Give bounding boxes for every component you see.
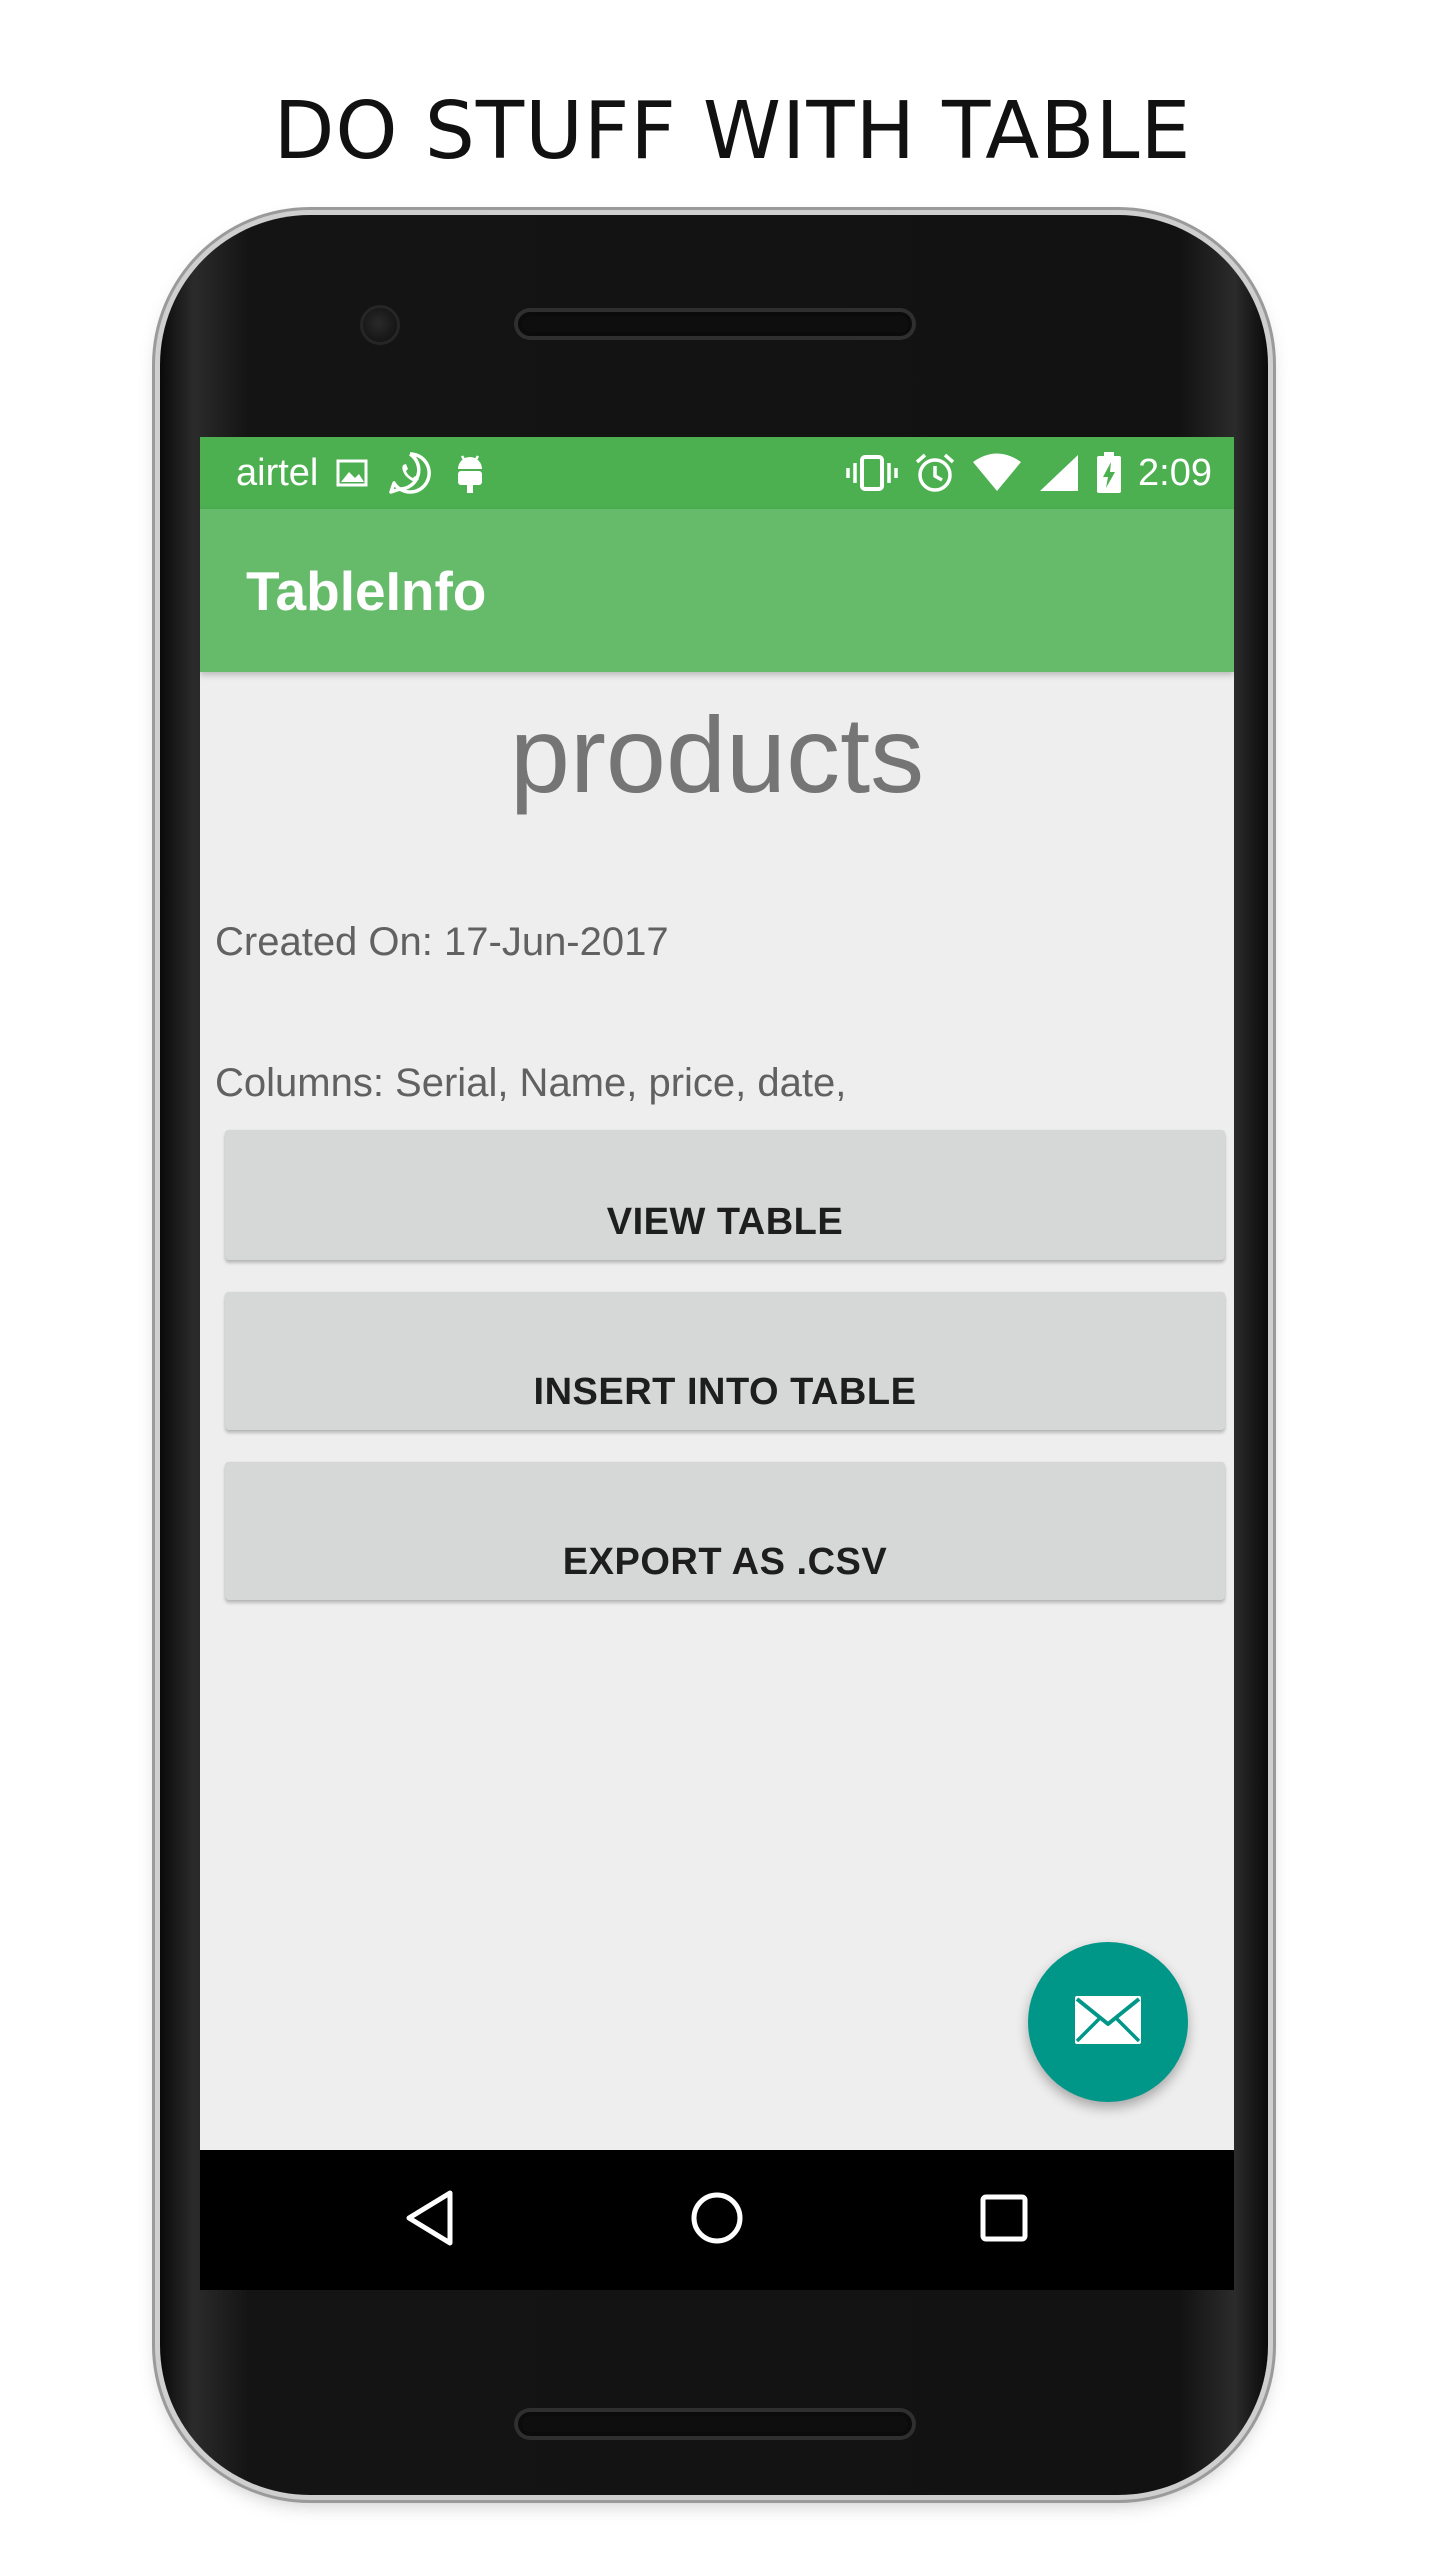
export-csv-button[interactable]: EXPORT AS .CSV bbox=[225, 1462, 1225, 1600]
table-name-heading: products bbox=[509, 694, 925, 815]
columns-label: Columns: Serial, Name, price, date, bbox=[215, 1061, 847, 1105]
export-csv-label: EXPORT AS .CSV bbox=[562, 1541, 888, 1583]
created-on-label: Created On: 17-Jun-2017 bbox=[215, 920, 669, 964]
android-icon bbox=[452, 451, 488, 495]
home-button[interactable] bbox=[657, 2150, 777, 2290]
insert-into-table-button[interactable]: INSERT INTO TABLE bbox=[225, 1292, 1225, 1430]
back-icon bbox=[403, 2189, 457, 2252]
page-headline: DO STUFF WITH TABLE bbox=[273, 85, 1192, 177]
mail-icon bbox=[1072, 1993, 1144, 2052]
vibrate-icon bbox=[846, 453, 898, 493]
alarm-icon bbox=[914, 452, 956, 494]
app-title: TableInfo bbox=[246, 559, 487, 622]
whatsapp-icon bbox=[386, 449, 434, 497]
carrier-label: airtel bbox=[236, 451, 319, 494]
bottom-speaker bbox=[514, 2408, 916, 2440]
phone-screen: airtel 2:09 TableInfo products Created O… bbox=[200, 437, 1234, 2290]
image-icon bbox=[336, 457, 368, 489]
view-table-button[interactable]: VIEW TABLE bbox=[225, 1130, 1225, 1260]
status-bar: airtel 2:09 bbox=[200, 437, 1234, 509]
wifi-icon bbox=[972, 453, 1022, 493]
app-bar: TableInfo bbox=[200, 509, 1234, 672]
view-table-label: VIEW TABLE bbox=[606, 1201, 844, 1243]
front-camera bbox=[360, 305, 400, 345]
navigation-bar bbox=[200, 2150, 1234, 2290]
battery-charging-icon bbox=[1096, 452, 1122, 494]
back-button[interactable] bbox=[370, 2150, 490, 2290]
recents-icon bbox=[979, 2193, 1029, 2248]
top-speaker bbox=[514, 308, 916, 340]
recents-button[interactable] bbox=[944, 2150, 1064, 2290]
signal-icon bbox=[1038, 453, 1080, 493]
clock-label: 2:09 bbox=[1138, 451, 1212, 494]
home-icon bbox=[689, 2190, 745, 2251]
mail-fab-button[interactable] bbox=[1028, 1942, 1188, 2102]
insert-into-table-label: INSERT INTO TABLE bbox=[533, 1371, 917, 1413]
